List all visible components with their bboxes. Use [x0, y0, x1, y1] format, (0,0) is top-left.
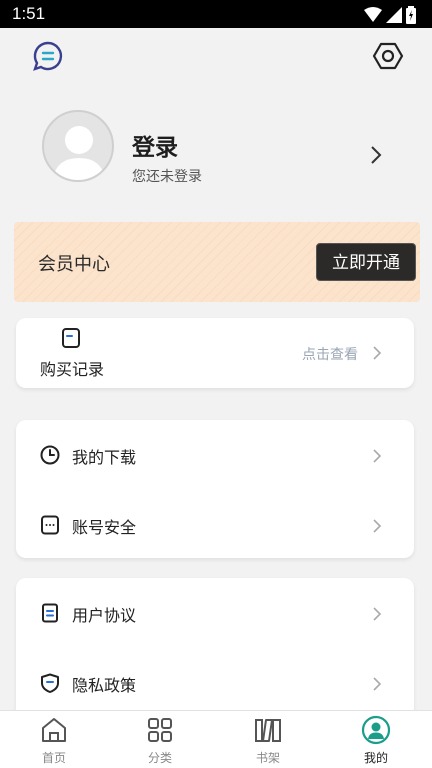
document-icon [42, 603, 58, 623]
keyboard-icon [41, 515, 59, 535]
menu-group-account: 我的下载 账号安全 [16, 420, 414, 558]
login-subtitle: 您还未登录 [132, 169, 202, 185]
clock-icon [40, 445, 60, 465]
bookshelf-icon [255, 719, 281, 742]
tab-home[interactable]: 首页 [0, 711, 108, 768]
tab-label-bookshelf: 书架 [255, 751, 280, 765]
vip-title: 会员中心 [38, 254, 110, 275]
login-title[interactable]: 登录 [132, 128, 178, 162]
vip-open-button[interactable]: 立即开通 [316, 243, 416, 281]
tab-bookshelf[interactable]: 书架 [214, 711, 322, 768]
menu-group-legal: 用户协议 隐私政策 [16, 578, 414, 718]
receipt-icon [62, 328, 80, 348]
tab-mine[interactable]: 我的 [322, 711, 430, 768]
tab-category[interactable]: 分类 [106, 711, 214, 768]
chevron-right-icon [373, 519, 382, 533]
settings-icon[interactable] [372, 40, 404, 72]
menu-label-account-security: 账号安全 [72, 518, 137, 537]
menu-label-user-agreement: 用户协议 [72, 606, 137, 625]
vip-card[interactable]: 会员中心 立即开通 [14, 222, 420, 302]
chevron-right-icon [373, 346, 382, 360]
chevron-right-icon [373, 607, 382, 621]
top-bar [0, 28, 432, 84]
signal-icon [386, 7, 402, 23]
profile-section[interactable]: 登录 您还未登录 [0, 100, 432, 200]
tab-label-mine: 我的 [363, 751, 388, 765]
wifi-icon [364, 7, 382, 22]
bottom-tab-bar: 首页 分类 书架 我的 [0, 710, 432, 768]
status-icons [364, 6, 416, 24]
tab-label-category: 分类 [147, 751, 172, 765]
shield-icon [41, 673, 59, 693]
avatar[interactable] [42, 110, 114, 182]
battery-icon [406, 6, 416, 24]
menu-label-downloads: 我的下载 [72, 448, 137, 467]
menu-item-privacy-policy[interactable]: 隐私政策 [16, 648, 414, 718]
user-icon [361, 715, 391, 745]
menu-label-privacy-policy: 隐私政策 [72, 676, 137, 695]
menu-item-downloads[interactable]: 我的下载 [16, 420, 414, 490]
purchase-records-label: 购买记录 [40, 360, 105, 379]
purchase-view-link[interactable]: 点击查看 [302, 344, 358, 364]
home-icon [42, 718, 66, 742]
status-time: 1:51 [12, 4, 46, 23]
avatar-placeholder-icon [52, 126, 106, 180]
menu-item-account-security[interactable]: 账号安全 [16, 490, 414, 560]
chevron-right-icon[interactable] [368, 144, 384, 166]
menu-item-user-agreement[interactable]: 用户协议 [16, 578, 414, 648]
status-bar: 1:51 [0, 0, 432, 28]
message-icon[interactable] [32, 40, 64, 72]
chevron-right-icon [373, 677, 382, 691]
grid-icon [148, 718, 172, 742]
tab-label-home: 首页 [41, 751, 66, 765]
purchase-records-card[interactable]: 购买记录 点击查看 [16, 318, 414, 388]
chevron-right-icon [373, 449, 382, 463]
